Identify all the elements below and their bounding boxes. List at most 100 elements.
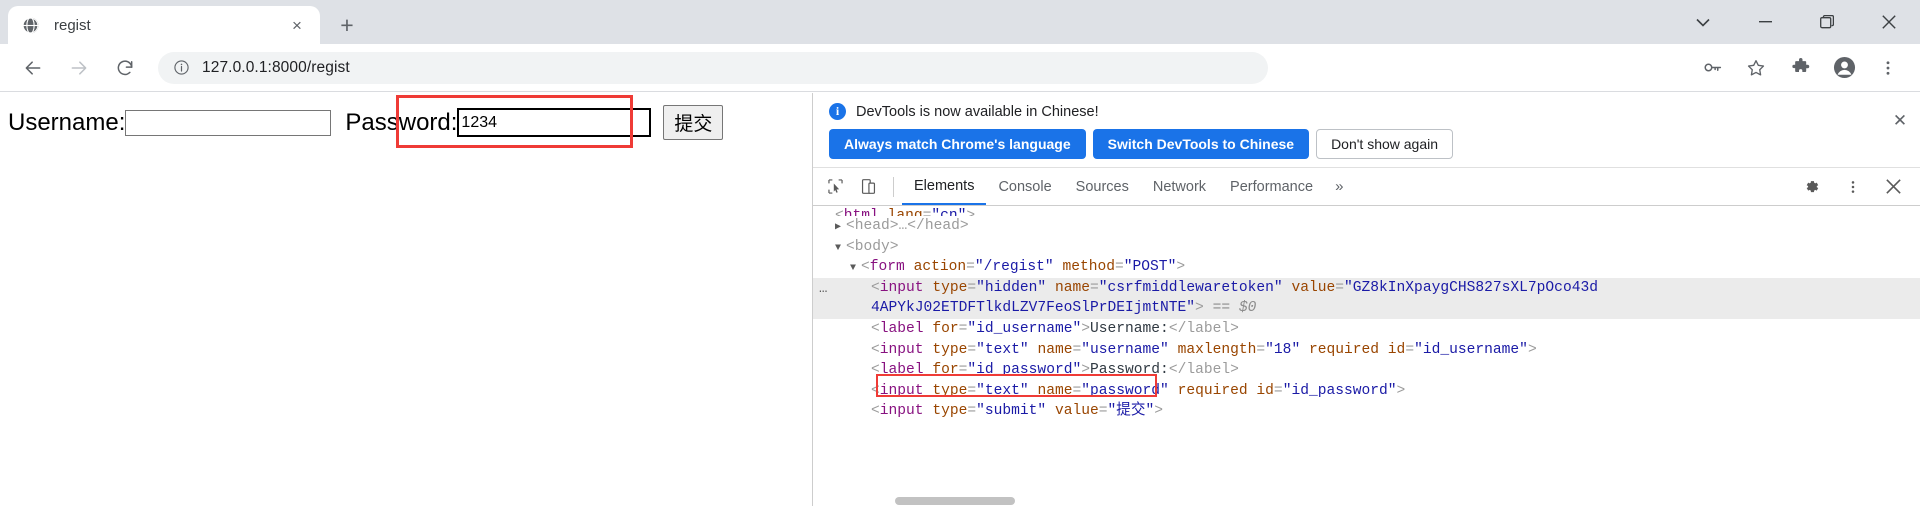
- expand-arrow-icon[interactable]: ▶: [835, 218, 846, 239]
- dom-attr: required: [1308, 341, 1380, 358]
- info-circle-icon[interactable]: [172, 59, 190, 77]
- maximize-icon[interactable]: [1796, 0, 1858, 44]
- regist-form: Username: Password: 提交: [8, 105, 804, 140]
- puzzle-icon[interactable]: [1782, 50, 1818, 86]
- dom-attr: required: [1177, 382, 1248, 399]
- dont-show-again-button[interactable]: Don't show again: [1316, 129, 1454, 159]
- key-icon[interactable]: [1694, 50, 1730, 86]
- devtools-menu-icon[interactable]: [1839, 174, 1866, 200]
- dom-attr: for: [932, 362, 959, 379]
- dom-line-input-submit[interactable]: <input type="submit" value="提交">: [813, 401, 1920, 422]
- info-icon: i: [829, 103, 846, 120]
- gear-icon[interactable]: [1798, 174, 1825, 200]
- devtools-language-infobar: i DevTools is now available in Chinese! …: [813, 93, 1920, 168]
- dom-tag-input: input: [879, 382, 924, 399]
- browser-menu-icon[interactable]: [1870, 50, 1906, 86]
- dom-val: "hidden": [976, 279, 1047, 296]
- username-input[interactable]: [125, 109, 332, 136]
- dom-tag-label: label: [879, 362, 924, 379]
- dom-val: "cn": [931, 208, 967, 216]
- window-controls: [1672, 0, 1920, 44]
- minimize-icon[interactable]: [1734, 0, 1796, 44]
- dom-tree[interactable]: <html lang="cn"> ▶ <head>…</head> ▼ <body>…: [813, 206, 1920, 506]
- tab-strip: regist × +: [0, 0, 1920, 44]
- password-input[interactable]: [457, 108, 652, 137]
- dom-attr: type: [932, 403, 968, 420]
- profile-icon[interactable]: [1826, 50, 1862, 86]
- scrollbar-thumb[interactable]: [895, 497, 1015, 505]
- dom-line-label-password[interactable]: <label for="id_password">Password:</labe…: [813, 360, 1920, 381]
- browser-toolbar: 127.0.0.1:8000/regist: [0, 44, 1920, 92]
- collapse-arrow-icon[interactable]: ▼: [850, 259, 861, 280]
- dom-val: "csrfmiddlewaretoken": [1098, 279, 1283, 296]
- dom-line-input-password[interactable]: <input type="text" name="password" requi…: [813, 381, 1920, 402]
- window-close-icon[interactable]: [1858, 0, 1920, 44]
- globe-icon: [20, 15, 40, 35]
- tab-performance[interactable]: Performance: [1218, 168, 1325, 205]
- infobar-close-icon[interactable]: ✕: [1890, 111, 1910, 131]
- dom-attr: name: [1054, 279, 1090, 296]
- dom-line-label-username[interactable]: <label for="id_username">Username:</labe…: [813, 319, 1920, 340]
- dom-tag-input: input: [879, 341, 924, 358]
- address-bar[interactable]: 127.0.0.1:8000/regist: [158, 51, 1268, 84]
- tab-network[interactable]: Network: [1141, 168, 1218, 205]
- forward-button[interactable]: [60, 49, 98, 87]
- dom-line-csrf-token-wrap[interactable]: 4APYkJ02ETDFTlkdLZV7FeoSlPrDEIjmtNTE"> =…: [813, 298, 1920, 319]
- tab-console[interactable]: Console: [986, 168, 1063, 205]
- dom-line-form[interactable]: ▼ <form action="/regist" method="POST">: [813, 257, 1920, 278]
- tab-search-icon[interactable]: [1672, 0, 1734, 44]
- dom-tag-form: form: [869, 259, 905, 276]
- tab-elements[interactable]: Elements: [902, 168, 987, 205]
- dom-attr: name: [1037, 382, 1073, 399]
- devtools-tab-bar: Elements Console Sources Network Perform…: [813, 168, 1920, 206]
- dom-val: "username": [1081, 341, 1169, 358]
- dom-val: "password": [1081, 382, 1169, 399]
- dom-line-csrf-input[interactable]: … <input type="hidden" name="csrfmiddlewa…: [813, 277, 1920, 300]
- dom-attr: action: [913, 259, 967, 276]
- horizontal-scrollbar[interactable]: [813, 496, 1920, 506]
- dom-attr: type: [932, 382, 968, 399]
- dom-attr: for: [932, 320, 959, 337]
- toolbar-icons: [1690, 50, 1910, 86]
- devtools-close-icon[interactable]: [1880, 174, 1907, 200]
- dom-attr: method: [1062, 259, 1116, 276]
- dom-val: "id_password": [1282, 382, 1397, 399]
- new-tab-button[interactable]: +: [330, 8, 364, 42]
- tab-sources[interactable]: Sources: [1064, 168, 1141, 205]
- back-button[interactable]: [14, 49, 52, 87]
- always-match-chrome-language-button[interactable]: Always match Chrome's language: [829, 129, 1086, 159]
- star-icon[interactable]: [1738, 50, 1774, 86]
- password-label: Password:: [345, 108, 458, 136]
- dom-val: "id_username": [1414, 341, 1528, 358]
- dom-attr: value: [1054, 403, 1099, 420]
- device-toolbar-icon[interactable]: [855, 174, 882, 200]
- dom-line-body[interactable]: ▼ <body>: [813, 237, 1920, 258]
- dom-val: "提交": [1107, 403, 1155, 420]
- dom-attr: lang: [887, 208, 923, 216]
- dom-line-input-username[interactable]: <input type="text" name="username" maxle…: [813, 340, 1920, 361]
- dom-line-html[interactable]: <html lang="cn">: [813, 206, 1920, 216]
- dom-tag-html: html: [843, 208, 879, 216]
- breakpoint-dots-icon[interactable]: …: [819, 279, 828, 300]
- dom-val: "submit": [976, 403, 1047, 420]
- inspect-cursor-icon[interactable]: [822, 174, 849, 200]
- dom-head-text: <head>…</head>: [846, 218, 969, 234]
- close-icon[interactable]: ×: [286, 14, 308, 36]
- collapse-arrow-icon[interactable]: ▼: [835, 239, 846, 260]
- dom-attr: type: [932, 341, 968, 358]
- dom-line-head[interactable]: ▶ <head>…</head>: [813, 216, 1920, 237]
- dom-val-continued: 4APYkJ02ETDFTlkdLZV7FeoSlPrDEIjmtNTE": [871, 300, 1196, 317]
- browser-window: regist × + 127.0.0.1:8000/regist Usernam…: [0, 0, 1920, 506]
- switch-devtools-to-chinese-button[interactable]: Switch DevTools to Chinese: [1092, 129, 1310, 159]
- reload-button[interactable]: [106, 49, 144, 87]
- infobar-buttons: Always match Chrome's language Switch De…: [829, 129, 1904, 159]
- infobar-message-row: i DevTools is now available in Chinese!: [829, 103, 1904, 120]
- address-bar-url: 127.0.0.1:8000/regist: [202, 58, 350, 76]
- dom-val: "18": [1265, 341, 1301, 358]
- more-tabs-icon[interactable]: »: [1325, 178, 1353, 195]
- dom-tag-label: label: [879, 320, 924, 337]
- submit-button[interactable]: 提交: [663, 105, 724, 140]
- browser-tab-regist[interactable]: regist ×: [8, 6, 320, 44]
- dom-attr: id: [1387, 341, 1406, 358]
- page-content: Username: Password: 提交: [0, 93, 812, 506]
